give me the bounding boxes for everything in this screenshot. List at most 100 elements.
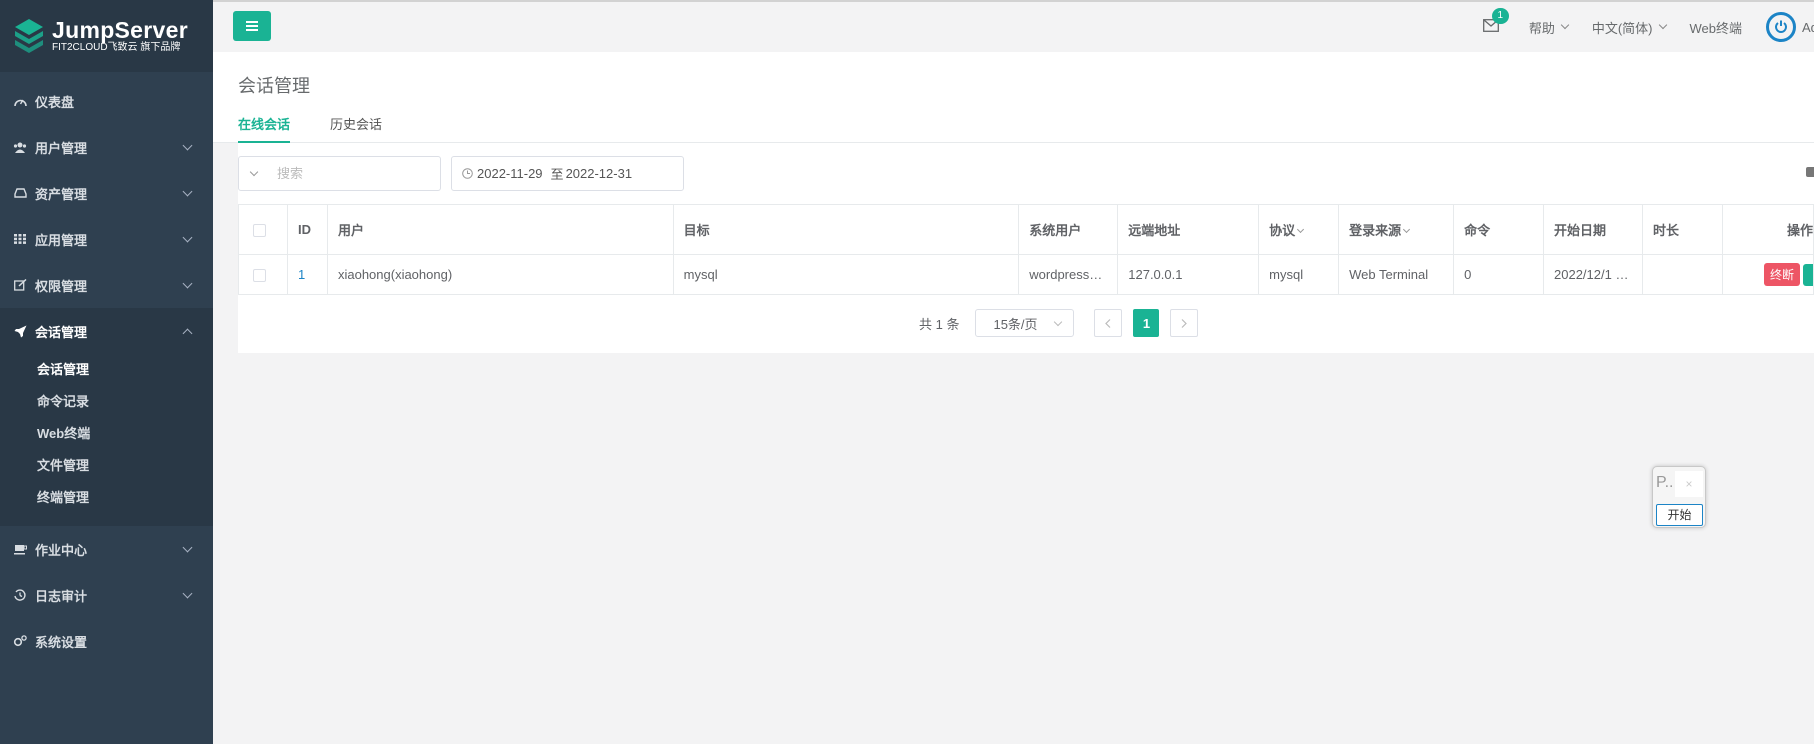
avatar[interactable] [1766, 12, 1796, 42]
jumpserver-logo-icon [15, 19, 43, 53]
sidebar-item-label: 日志审计 [35, 588, 88, 604]
sidebar-item-sessions[interactable]: 会话管理 [0, 308, 213, 354]
prev-page-button[interactable] [1094, 309, 1123, 337]
table-header-row: ID 用户 目标 系统用户 远端地址 协议 登录来源 命令 开始日期 时长 操作 [238, 204, 1814, 255]
help-menu[interactable]: 帮助 [1529, 18, 1570, 37]
tab-history-sessions[interactable]: 历史会话 [330, 114, 382, 143]
date-separator: 至 [550, 167, 564, 182]
chevron-down-icon [182, 588, 193, 599]
chevron-down-icon [1054, 317, 1063, 327]
sidebar-item-dashboard[interactable]: 仪表盘 [0, 78, 213, 124]
language-label: 中文(简体) [1591, 20, 1653, 36]
date-range-picker[interactable]: 2022-11-29 至 2022-12-31 [451, 156, 684, 191]
sidebar-subitem-session-management[interactable]: 会话管理 [0, 354, 213, 386]
chevron-down-icon [249, 167, 259, 176]
column-header-protocol[interactable]: 协议 [1258, 204, 1340, 255]
language-menu[interactable]: 中文(简体) [1591, 18, 1667, 37]
cell-actions: 终断 [1722, 254, 1814, 295]
page-title: 会话管理 [238, 76, 310, 96]
floating-widget-text: P.. [1656, 474, 1674, 491]
sidebar-item-label: 仪表盘 [35, 94, 75, 110]
notifications-button[interactable]: 1 [1482, 8, 1509, 35]
sidebar-item-users[interactable]: 用户管理 [0, 124, 213, 170]
date-from: 2022-11-29 [477, 166, 543, 181]
column-header-duration[interactable]: 时长 [1642, 204, 1723, 255]
sidebar-subitem-command-records[interactable]: 命令记录 [0, 386, 213, 418]
sidebar-subitem-terminal-management[interactable]: 终端管理 [0, 482, 213, 514]
terminate-button[interactable]: 终断 [1763, 262, 1800, 286]
sidebar-item-jobs[interactable]: 作业中心 [0, 526, 213, 572]
column-header-login-from[interactable]: 登录来源 [1338, 204, 1455, 255]
chevron-down-icon [1560, 20, 1570, 30]
sidebar-subitem-file-management[interactable]: 文件管理 [0, 450, 213, 482]
logo[interactable]: JumpServer FIT2CLOUD飞致云 旗下品牌 [0, 0, 213, 72]
chevron-down-icon [182, 542, 193, 553]
brand-name: JumpServer [52, 17, 188, 43]
cell-date-start: 2022/12/1 … [1543, 254, 1643, 295]
table-row: 1 xiaohong(xiaohong) mysql wordpress… 12… [238, 254, 1814, 295]
filter-chevron-icon[interactable] [1297, 225, 1305, 234]
search-box[interactable] [238, 156, 441, 191]
column-header-system-user[interactable]: 系统用户 [1018, 204, 1119, 255]
sidebar-item-applications[interactable]: 应用管理 [0, 216, 213, 262]
cell-id: 1 [287, 254, 328, 295]
pagination: 共 1 条 15条/页 1 [919, 309, 1199, 337]
cell-duration [1642, 254, 1723, 295]
sidebar-subitem-web-terminal[interactable]: Web终端 [0, 418, 213, 450]
search-input[interactable] [277, 166, 397, 181]
cell-login-from: Web Terminal [1338, 254, 1455, 295]
chevron-down-icon [182, 186, 193, 197]
settings-icon[interactable] [1806, 167, 1814, 177]
cell-remote-addr: 127.0.0.1 [1117, 254, 1260, 295]
floating-widget-close-button[interactable]: × [1675, 471, 1703, 497]
web-terminal-label: Web终端 [1689, 20, 1743, 36]
column-header-target[interactable]: 目标 [673, 204, 1020, 255]
total-count: 共 1 条 [919, 316, 960, 332]
logo-text: JumpServer FIT2CLOUD飞致云 旗下品牌 [52, 18, 188, 54]
tab-online-sessions[interactable]: 在线会话 [238, 114, 291, 143]
row-checkbox-cell [238, 254, 288, 295]
sidebar: JumpServer FIT2CLOUD飞致云 旗下品牌 仪表盘 用户管理 资产… [0, 0, 213, 744]
page-size-value: 15条/页 [993, 316, 1038, 332]
select-all-checkbox[interactable] [253, 224, 266, 238]
power-icon [1775, 20, 1787, 33]
history-icon [12, 588, 28, 602]
web-terminal-link[interactable]: Web终端 [1690, 18, 1743, 37]
session-id-link[interactable]: 1 [298, 267, 305, 282]
sidebar-item-label: 权限管理 [35, 278, 88, 294]
drive-icon [12, 186, 28, 200]
sidebar-item-permissions[interactable]: 权限管理 [0, 262, 213, 308]
column-header-remote-addr[interactable]: 远端地址 [1117, 204, 1260, 255]
sidebar-item-label: 资产管理 [35, 186, 88, 202]
sidebar-item-label: 会话管理 [35, 324, 88, 340]
chevron-down-icon [182, 140, 193, 151]
chevron-down-icon [182, 232, 193, 243]
floating-widget-start-button[interactable]: 开始 [1656, 504, 1703, 526]
sidebar-nav-bottom: 作业中心 日志审计 系统设置 [0, 526, 213, 664]
next-page-button[interactable] [1170, 309, 1199, 337]
sidebar-toggle-button[interactable] [233, 11, 271, 41]
date-to: 2022-12-31 [565, 166, 633, 181]
column-header-date-start[interactable]: 开始日期 [1543, 204, 1643, 255]
sidebar-item-system-settings[interactable]: 系统设置 [0, 618, 213, 664]
sidebar-item-label: 系统设置 [35, 634, 88, 650]
page-number-current[interactable]: 1 [1133, 309, 1160, 337]
sidebar-item-assets[interactable]: 资产管理 [0, 170, 213, 216]
column-header-user[interactable]: 用户 [327, 204, 674, 255]
column-header-command[interactable]: 命令 [1453, 204, 1545, 255]
sidebar-item-audit-logs[interactable]: 日志审计 [0, 572, 213, 618]
cell-user: xiaohong(xiaohong) [327, 254, 674, 295]
column-header-actions: 操作 [1722, 204, 1814, 255]
dashboard-icon [12, 94, 28, 108]
filter-chevron-icon[interactable] [1403, 225, 1411, 234]
user-name[interactable]: Administrator [1802, 20, 1814, 35]
row-checkbox[interactable] [253, 269, 266, 283]
column-header-id[interactable]: ID [287, 204, 328, 255]
sidebar-group-sessions: 会话管理 会话管理 命令记录 Web终端 文件管理 终端管理 [0, 308, 213, 526]
more-actions-button[interactable] [1803, 264, 1813, 287]
topbar: 1 帮助 中文(简体) Web终端 Administrator [213, 0, 1814, 52]
sidebar-nav: 仪表盘 用户管理 资产管理 应用管理 权限管理 [0, 72, 213, 308]
cell-target: mysql [673, 254, 1020, 295]
page-size-select[interactable]: 15条/页 [975, 309, 1075, 337]
rocket-icon [12, 324, 28, 338]
